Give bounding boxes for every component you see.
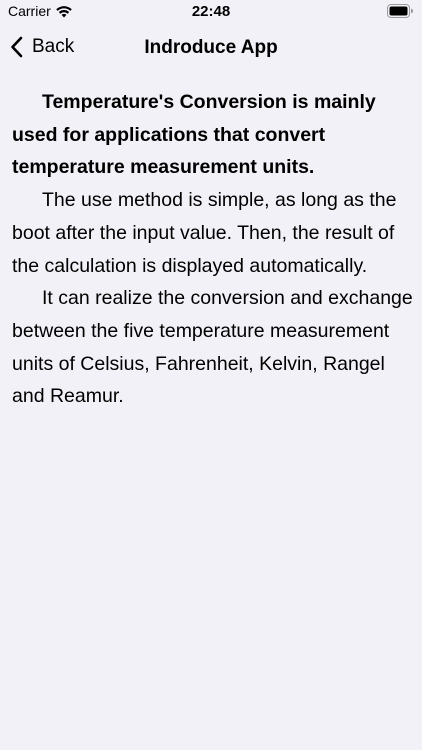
status-bar: Carrier 22:48 bbox=[0, 0, 422, 24]
navigation-bar: Back Indroduce App bbox=[0, 24, 422, 72]
intro-paragraph-units: It can realize the conversion and exchan… bbox=[12, 287, 413, 408]
intro-paragraph-summary: Temperature's Conversion is mainly used … bbox=[12, 91, 376, 179]
battery-icon bbox=[387, 4, 413, 18]
intro-paragraph-usage: The use method is simple, as long as the… bbox=[12, 189, 397, 277]
intro-text: Temperature's Conversion is mainly used … bbox=[12, 86, 414, 413]
status-time: 22:48 bbox=[191, 3, 231, 20]
page-title: Indroduce App bbox=[144, 37, 278, 58]
